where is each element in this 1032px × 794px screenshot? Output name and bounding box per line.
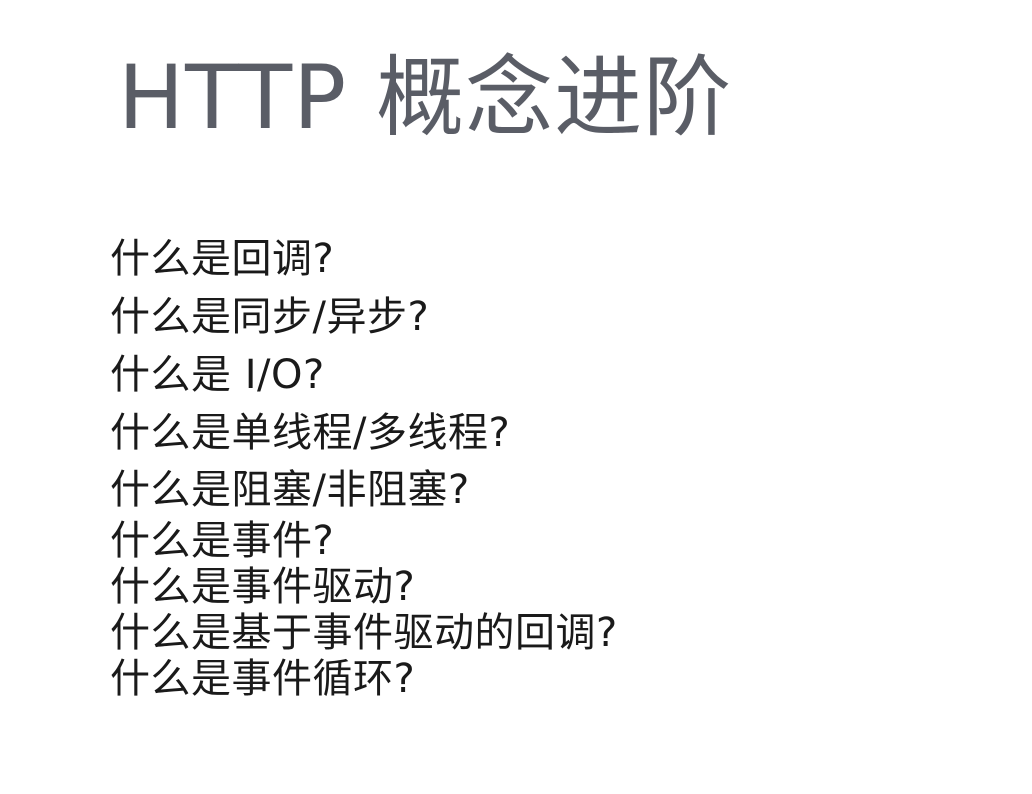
question-item: 什么是 I/O? [110, 352, 325, 398]
question-list: 什么是回调? 什么是同步/异步? 什么是 I/O? 什么是单线程/多线程? 什么… [110, 230, 618, 702]
question-item: 什么是事件驱动? [110, 564, 416, 610]
question-item: 什么是事件循环? [110, 656, 416, 702]
question-item: 什么是基于事件驱动的回调? [110, 610, 618, 656]
slide-title: HTTP 概念进阶 [118, 46, 733, 149]
question-item: 什么是回调? [110, 236, 335, 282]
question-item: 什么是同步/异步? [110, 294, 430, 340]
question-item: 什么是事件? [110, 518, 335, 564]
question-item: 什么是阻塞/非阻塞? [110, 467, 470, 513]
question-item: 什么是单线程/多线程? [110, 410, 511, 456]
slide: HTTP 概念进阶 什么是回调? 什么是同步/异步? 什么是 I/O? 什么是单… [0, 0, 1032, 794]
